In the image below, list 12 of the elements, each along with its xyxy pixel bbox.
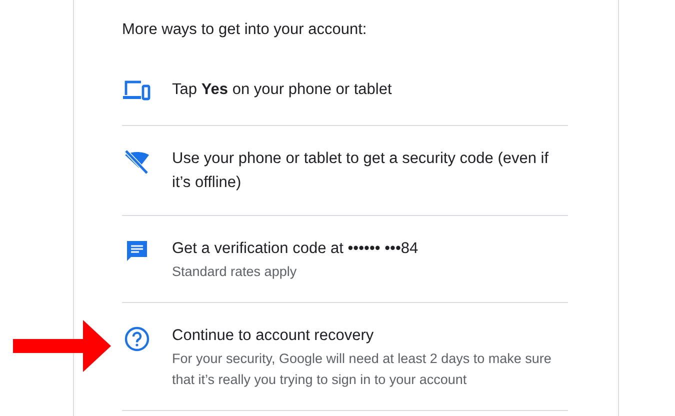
heading: More ways to get into your account: (122, 20, 368, 40)
arrow-icon (13, 320, 113, 372)
option-description: Standard rates apply (172, 263, 298, 281)
help-icon (124, 326, 150, 352)
phone-off-icon (123, 149, 151, 175)
option-title[interactable]: Tap Yes on your phone or tablet (172, 78, 567, 102)
option-title[interactable]: Use your phone or tablet to get a security code (even if it’s offline) (172, 147, 567, 195)
option-title[interactable]: Continue to account recovery (172, 324, 567, 348)
option-description: For your security, Google will need at least 2 days to make sure that it’s really you trying to sign in to your account (172, 350, 552, 389)
devices-icon (123, 79, 151, 101)
message-icon (125, 239, 149, 263)
option-title[interactable]: Get a verification code at •••••• •••84 (172, 237, 567, 261)
